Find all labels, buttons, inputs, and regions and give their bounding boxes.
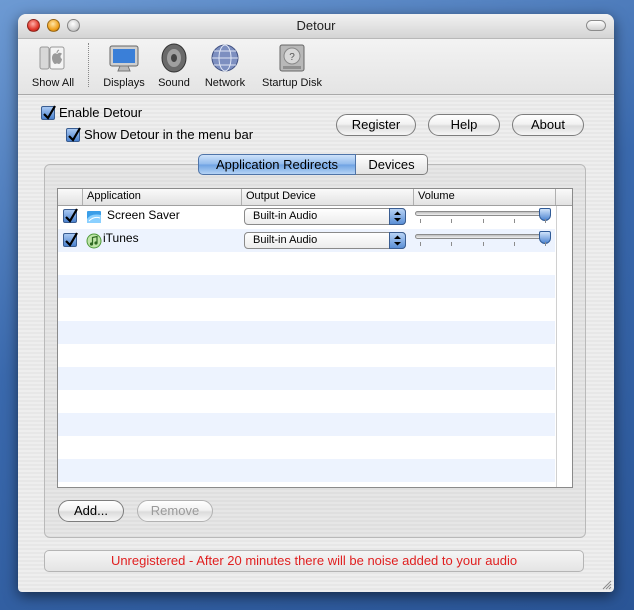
toolbar-show-all-label: Show All xyxy=(31,77,75,89)
svg-text:?: ? xyxy=(289,52,295,63)
empty-row xyxy=(58,436,555,459)
slider-tick xyxy=(420,219,421,223)
toolbar-displays[interactable]: Displays xyxy=(100,41,148,89)
output-device-popup[interactable]: Built-in Audio xyxy=(244,232,406,249)
title-bar[interactable]: Detour xyxy=(18,14,614,39)
tab-devices[interactable]: Devices xyxy=(356,154,428,175)
slider-tick xyxy=(420,242,421,246)
column-header-output-device[interactable]: Output Device xyxy=(241,189,413,205)
empty-row xyxy=(58,321,555,344)
slider-tick xyxy=(451,219,452,223)
remove-button[interactable]: Remove xyxy=(137,500,213,522)
table-row[interactable]: iTunes Built-in Audio xyxy=(58,229,555,252)
register-button[interactable]: Register xyxy=(336,114,416,136)
output-device-value: Built-in Audio xyxy=(253,210,318,222)
toolbar-toggle-button[interactable] xyxy=(586,20,606,31)
output-device-value: Built-in Audio xyxy=(253,234,318,246)
speaker-icon xyxy=(157,41,191,75)
volume-slider[interactable] xyxy=(415,234,551,239)
enable-detour-label: Enable Detour xyxy=(59,105,143,120)
slider-tick xyxy=(451,242,452,246)
column-header-enabled[interactable] xyxy=(58,189,82,205)
redirects-table: Application Output Device Volume Screen … xyxy=(57,188,573,488)
column-header-application[interactable]: Application xyxy=(82,189,241,205)
volume-slider[interactable] xyxy=(415,211,551,216)
toolbar-show-all[interactable]: Show All xyxy=(26,41,80,89)
popup-arrows-icon xyxy=(389,208,406,225)
row-enabled-checkbox[interactable] xyxy=(63,208,78,223)
status-message: Unregistered - After 20 minutes there wi… xyxy=(44,550,584,572)
toolbar-network-label: Network xyxy=(204,77,246,89)
toolbar-separator xyxy=(88,43,89,87)
slider-tick xyxy=(545,242,546,246)
hard-disk-icon: ? xyxy=(275,41,309,75)
network-globe-icon xyxy=(208,41,242,75)
empty-row xyxy=(58,367,555,390)
itunes-icon xyxy=(86,233,102,249)
apple-icon xyxy=(36,41,70,75)
show-menu-bar-label: Show Detour in the menu bar xyxy=(84,127,254,142)
toolbar-network[interactable]: Network xyxy=(200,41,250,89)
column-header-volume[interactable]: Volume xyxy=(413,189,555,205)
table-scroll-strip xyxy=(556,206,572,487)
window-title: Detour xyxy=(296,18,336,33)
empty-row xyxy=(58,298,555,321)
about-button[interactable]: About xyxy=(512,114,584,136)
row-app-name: Screen Saver xyxy=(107,208,180,222)
show-menu-bar-checkbox[interactable] xyxy=(66,127,81,142)
slider-tick xyxy=(514,219,515,223)
resize-grip-icon[interactable] xyxy=(600,578,612,590)
empty-row xyxy=(58,413,555,436)
toolbar-startup-disk[interactable]: ? Startup Disk xyxy=(256,41,328,89)
preferences-window: Detour Show All Displays Sound Network ?… xyxy=(18,14,614,592)
table-row[interactable]: Screen Saver Built-in Audio xyxy=(58,206,555,229)
tab-application-redirects[interactable]: Application Redirects xyxy=(198,154,356,175)
display-icon xyxy=(107,41,141,75)
toolbar-sound[interactable]: Sound xyxy=(154,41,194,89)
empty-row xyxy=(58,275,555,298)
add-button[interactable]: Add... xyxy=(58,500,124,522)
screen-saver-icon xyxy=(86,209,102,225)
output-device-popup[interactable]: Built-in Audio xyxy=(244,208,406,225)
column-header-corner xyxy=(555,189,572,205)
toolbar-startup-disk-label: Startup Disk xyxy=(262,77,322,89)
empty-row xyxy=(58,459,555,482)
empty-row xyxy=(58,390,555,413)
table-header: Application Output Device Volume xyxy=(58,189,572,206)
enable-detour-checkbox[interactable] xyxy=(41,105,56,120)
empty-row xyxy=(58,344,555,367)
toolbar-sound-label: Sound xyxy=(158,77,190,89)
slider-tick xyxy=(514,242,515,246)
slider-tick xyxy=(483,242,484,246)
slider-tick xyxy=(483,219,484,223)
slider-tick xyxy=(545,219,546,223)
toolbar-displays-label: Displays xyxy=(103,77,145,89)
empty-row xyxy=(58,252,555,275)
help-button[interactable]: Help xyxy=(428,114,500,136)
toolbar: Show All Displays Sound Network ? Startu… xyxy=(18,39,614,95)
row-app-name: iTunes xyxy=(103,231,139,245)
row-enabled-checkbox[interactable] xyxy=(63,232,78,247)
popup-arrows-icon xyxy=(389,232,406,249)
